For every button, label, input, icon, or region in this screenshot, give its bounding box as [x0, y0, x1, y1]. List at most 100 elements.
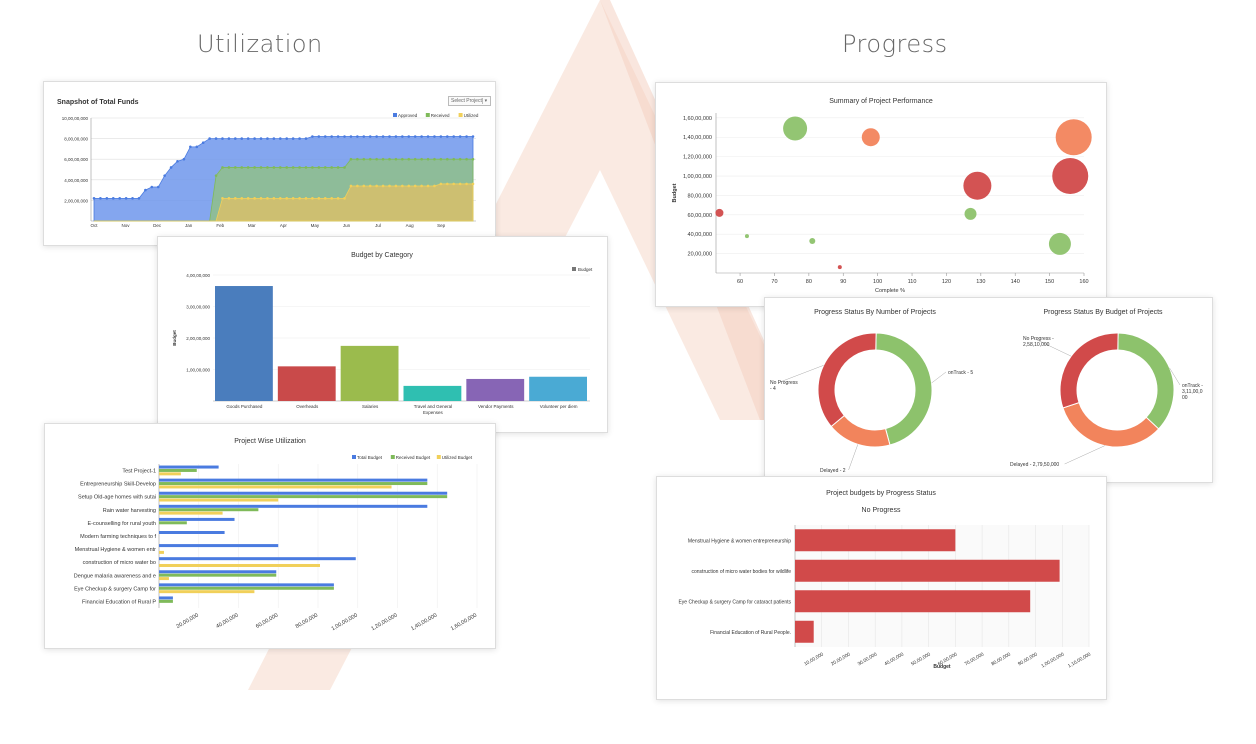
project-select[interactable]: Select Project ▾	[448, 96, 491, 106]
project-wise-chart: Project Wise Utilization Total Budget Rece…	[74, 438, 478, 633]
point-utilized	[240, 197, 244, 200]
point-utilized	[458, 182, 462, 186]
slice-label: onTrack - 5	[948, 370, 973, 376]
point-received	[388, 157, 391, 161]
point-received	[413, 157, 417, 161]
y-tick-label: 8,00,00,000	[64, 137, 88, 142]
point-received	[368, 157, 372, 161]
y-axis-label: Budget	[672, 183, 678, 202]
legend-swatch	[393, 113, 397, 117]
point-utilized	[471, 182, 475, 186]
chart-title: Progress Status By Number of Projects	[814, 309, 936, 316]
point-approved	[426, 135, 430, 138]
y-tick-label: Eye Checkup & surgery Camp for cataract …	[678, 599, 791, 605]
x-tick-label: 1,00,00,000	[331, 613, 359, 633]
point-received	[323, 166, 327, 169]
x-tick-label: Sep	[437, 223, 446, 228]
x-tick-label: May	[311, 223, 320, 228]
bar-received-budget	[159, 468, 197, 472]
point-approved	[465, 135, 468, 138]
chart-title: Summary of Project Performance	[829, 98, 933, 105]
y-tick-label: Dengue malaria awareness and e	[74, 573, 156, 579]
y-tick-label: Rain water harvesting	[103, 508, 156, 514]
point-utilized	[452, 182, 456, 186]
y-tick-label: Setup Old-age homes with sutai	[78, 495, 156, 501]
point-received	[311, 166, 314, 169]
point-approved	[176, 159, 179, 163]
x-tick-label: 70	[771, 279, 777, 285]
bar	[795, 559, 1060, 582]
legend-label: Received Budget	[396, 455, 431, 460]
point-utilized	[433, 184, 436, 188]
legend-swatch	[425, 113, 430, 117]
point-approved	[368, 135, 372, 138]
bar-total-budget	[159, 570, 277, 574]
point-utilized	[285, 197, 289, 200]
point-approved	[266, 137, 269, 140]
point-utilized	[401, 184, 404, 188]
point-approved	[156, 185, 160, 189]
budget-category-chart: Budget by Category Budget 4,00,00,000 3,00,…	[172, 252, 593, 415]
bar-total-budget	[159, 504, 428, 508]
bar-total-budget	[159, 557, 356, 561]
y-tick-label: 10,00,00,000	[62, 116, 89, 121]
donut-slice-green	[875, 332, 933, 446]
chart-title: Budget by Category	[351, 252, 413, 259]
point-approved	[375, 135, 378, 138]
x-tick-label: 40,00,000	[883, 651, 905, 667]
x-tick-label: Volunteer per diem	[540, 404, 578, 409]
utilization-heading: Utilization	[197, 30, 323, 58]
point-approved	[214, 137, 218, 140]
bar-utilized-budget	[159, 498, 279, 502]
x-tick-label: Oct	[90, 223, 98, 228]
legend-swatch	[352, 455, 356, 459]
point-received	[433, 157, 436, 161]
x-tick-label: 40,00,000	[215, 613, 239, 630]
point-received	[304, 166, 308, 169]
x-tick-label: Salaries	[362, 404, 379, 409]
point-approved	[433, 135, 436, 138]
bar	[277, 366, 336, 401]
point-approved	[195, 145, 199, 149]
x-tick-label: Expenses	[423, 410, 444, 415]
point-received	[401, 157, 404, 161]
point-utilized	[311, 197, 314, 200]
bar-utilized-budget	[159, 563, 320, 567]
point-utilized	[465, 182, 468, 186]
point-received	[266, 166, 269, 169]
y-tick-label: Modern farming techniques to f	[80, 534, 156, 540]
bar-utilized-budget	[159, 485, 392, 489]
point-approved	[285, 137, 289, 140]
point-utilized	[266, 197, 269, 200]
bubble-green	[1048, 232, 1071, 255]
x-tick-label: 110	[908, 279, 917, 285]
donut-slice-red	[817, 332, 877, 428]
point-utilized	[439, 182, 443, 186]
legend-swatch	[572, 267, 576, 271]
y-tick-label: 1,40,00,000	[683, 135, 712, 141]
slice-label: 2,58,10,000	[1023, 342, 1050, 348]
point-approved	[105, 197, 109, 200]
y-tick-label: Test Project-1	[122, 469, 156, 475]
bar-received-budget	[159, 599, 173, 603]
point-utilized	[375, 184, 378, 188]
point-utilized	[330, 197, 333, 200]
y-tick-label: 80,00,000	[688, 193, 712, 199]
point-received	[446, 157, 449, 161]
x-tick-label: 60	[737, 279, 743, 285]
chart-title: Project budgets by Progress Status	[826, 490, 936, 497]
point-approved	[272, 137, 276, 140]
progress-heading: Progress	[842, 30, 948, 58]
point-approved	[381, 135, 385, 138]
bar	[215, 286, 273, 401]
label-connector	[1064, 445, 1105, 465]
point-approved	[394, 135, 398, 138]
x-tick-label: 1,10,00,000	[1067, 651, 1092, 669]
point-utilized	[336, 197, 340, 200]
point-approved	[388, 135, 391, 138]
bubble-red	[837, 265, 842, 270]
donut-slice-orange	[830, 414, 891, 448]
point-approved	[221, 137, 224, 140]
point-received	[458, 157, 462, 161]
point-approved	[413, 135, 417, 138]
